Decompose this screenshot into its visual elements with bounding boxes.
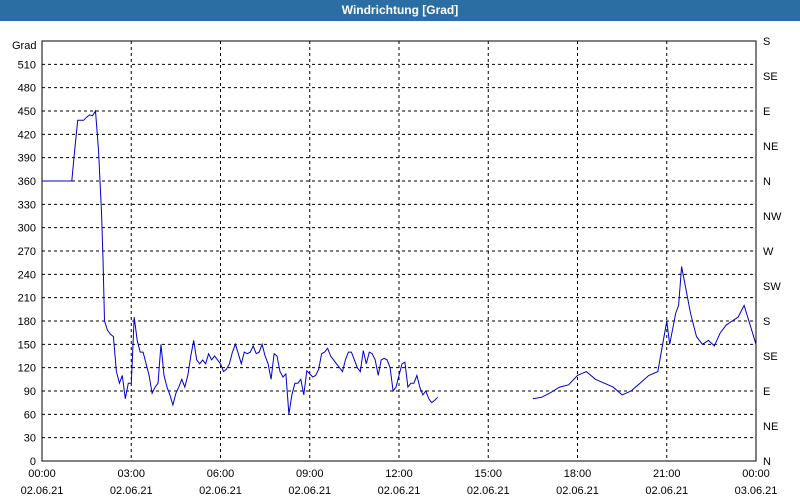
x-tick-time: 00:00 [742, 468, 770, 480]
y-tick-label: 60 [24, 409, 36, 421]
x-axis-ticks: 00:00 02.06.21 03:00 02.06.21 06:00 02.06.21 0… [21, 468, 778, 497]
right-tick-label: S [763, 316, 770, 328]
y-tick-label: 0 [30, 456, 36, 468]
right-tick-label: E [763, 106, 770, 118]
line-chart: 0 30 60 90 120 150 180 210 240 270 300 330 360 390 420… [12, 36, 782, 497]
y-tick-label: 270 [18, 246, 36, 258]
x-tick-date: 02.06.21 [378, 485, 421, 497]
x-tick-date: 02.06.21 [556, 485, 599, 497]
right-tick-label: W [763, 246, 774, 258]
y-tick-label: 420 [18, 129, 36, 141]
y-tick-label: 480 [18, 83, 36, 95]
right-axis-ticks: N NE E SE S SW W NW N NE E SE S [763, 36, 782, 468]
y-tick-label: 390 [18, 153, 36, 165]
right-tick-label: SW [763, 281, 781, 293]
x-tick-time: 06:00 [207, 468, 235, 480]
x-tick-date: 02.06.21 [288, 485, 331, 497]
right-tick-label: NW [763, 211, 782, 223]
x-tick-date: 02.06.21 [110, 485, 153, 497]
y-axis-ticks: 0 30 60 90 120 150 180 210 240 270 300 330 360 390 420… [18, 59, 36, 468]
x-tick-time: 03:00 [117, 468, 145, 480]
chart-panel: 0 30 60 90 120 150 180 210 240 270 300 330 360 390 420… [0, 21, 800, 500]
right-tick-label: E [763, 386, 770, 398]
y-tick-label: 210 [18, 293, 36, 305]
y-tick-label: 330 [18, 199, 36, 211]
x-tick-time: 00:00 [28, 468, 56, 480]
y-tick-label: 360 [18, 176, 36, 188]
x-tick-date: 03.06.21 [735, 485, 778, 497]
right-tick-label: S [763, 36, 770, 48]
right-tick-label: N [763, 456, 771, 468]
y-tick-label: 450 [18, 106, 36, 118]
x-tick-date: 02.06.21 [467, 485, 510, 497]
x-tick-time: 09:00 [296, 468, 324, 480]
right-tick-label: N [763, 176, 771, 188]
y-tick-label: 120 [18, 363, 36, 375]
x-tick-time: 18:00 [564, 468, 592, 480]
right-tick-label: SE [763, 71, 778, 83]
x-tick-time: 12:00 [385, 468, 413, 480]
series-line-1 [42, 109, 439, 415]
y-tick-label: 150 [18, 339, 36, 351]
x-tick-date: 02.06.21 [645, 485, 688, 497]
x-tick-date: 02.06.21 [21, 485, 64, 497]
y-tick-label: 300 [18, 223, 36, 235]
right-tick-label: SE [763, 351, 778, 363]
right-tick-label: NE [763, 141, 778, 153]
chart-title-bar: Windrichtung [Grad] [0, 0, 800, 21]
y-axis-label: Grad [12, 40, 36, 52]
y-tick-label: 510 [18, 59, 36, 71]
grid-lines [42, 41, 756, 461]
x-tick-time: 21:00 [653, 468, 681, 480]
chart-title: Windrichtung [Grad] [341, 3, 459, 17]
y-tick-label: 30 [24, 433, 36, 445]
x-tick-time: 15:00 [474, 468, 502, 480]
y-tick-label: 240 [18, 269, 36, 281]
x-tick-date: 02.06.21 [199, 485, 242, 497]
right-tick-label: NE [763, 421, 778, 433]
y-tick-label: 90 [24, 386, 36, 398]
series-line-2 [532, 266, 757, 400]
y-tick-label: 180 [18, 316, 36, 328]
